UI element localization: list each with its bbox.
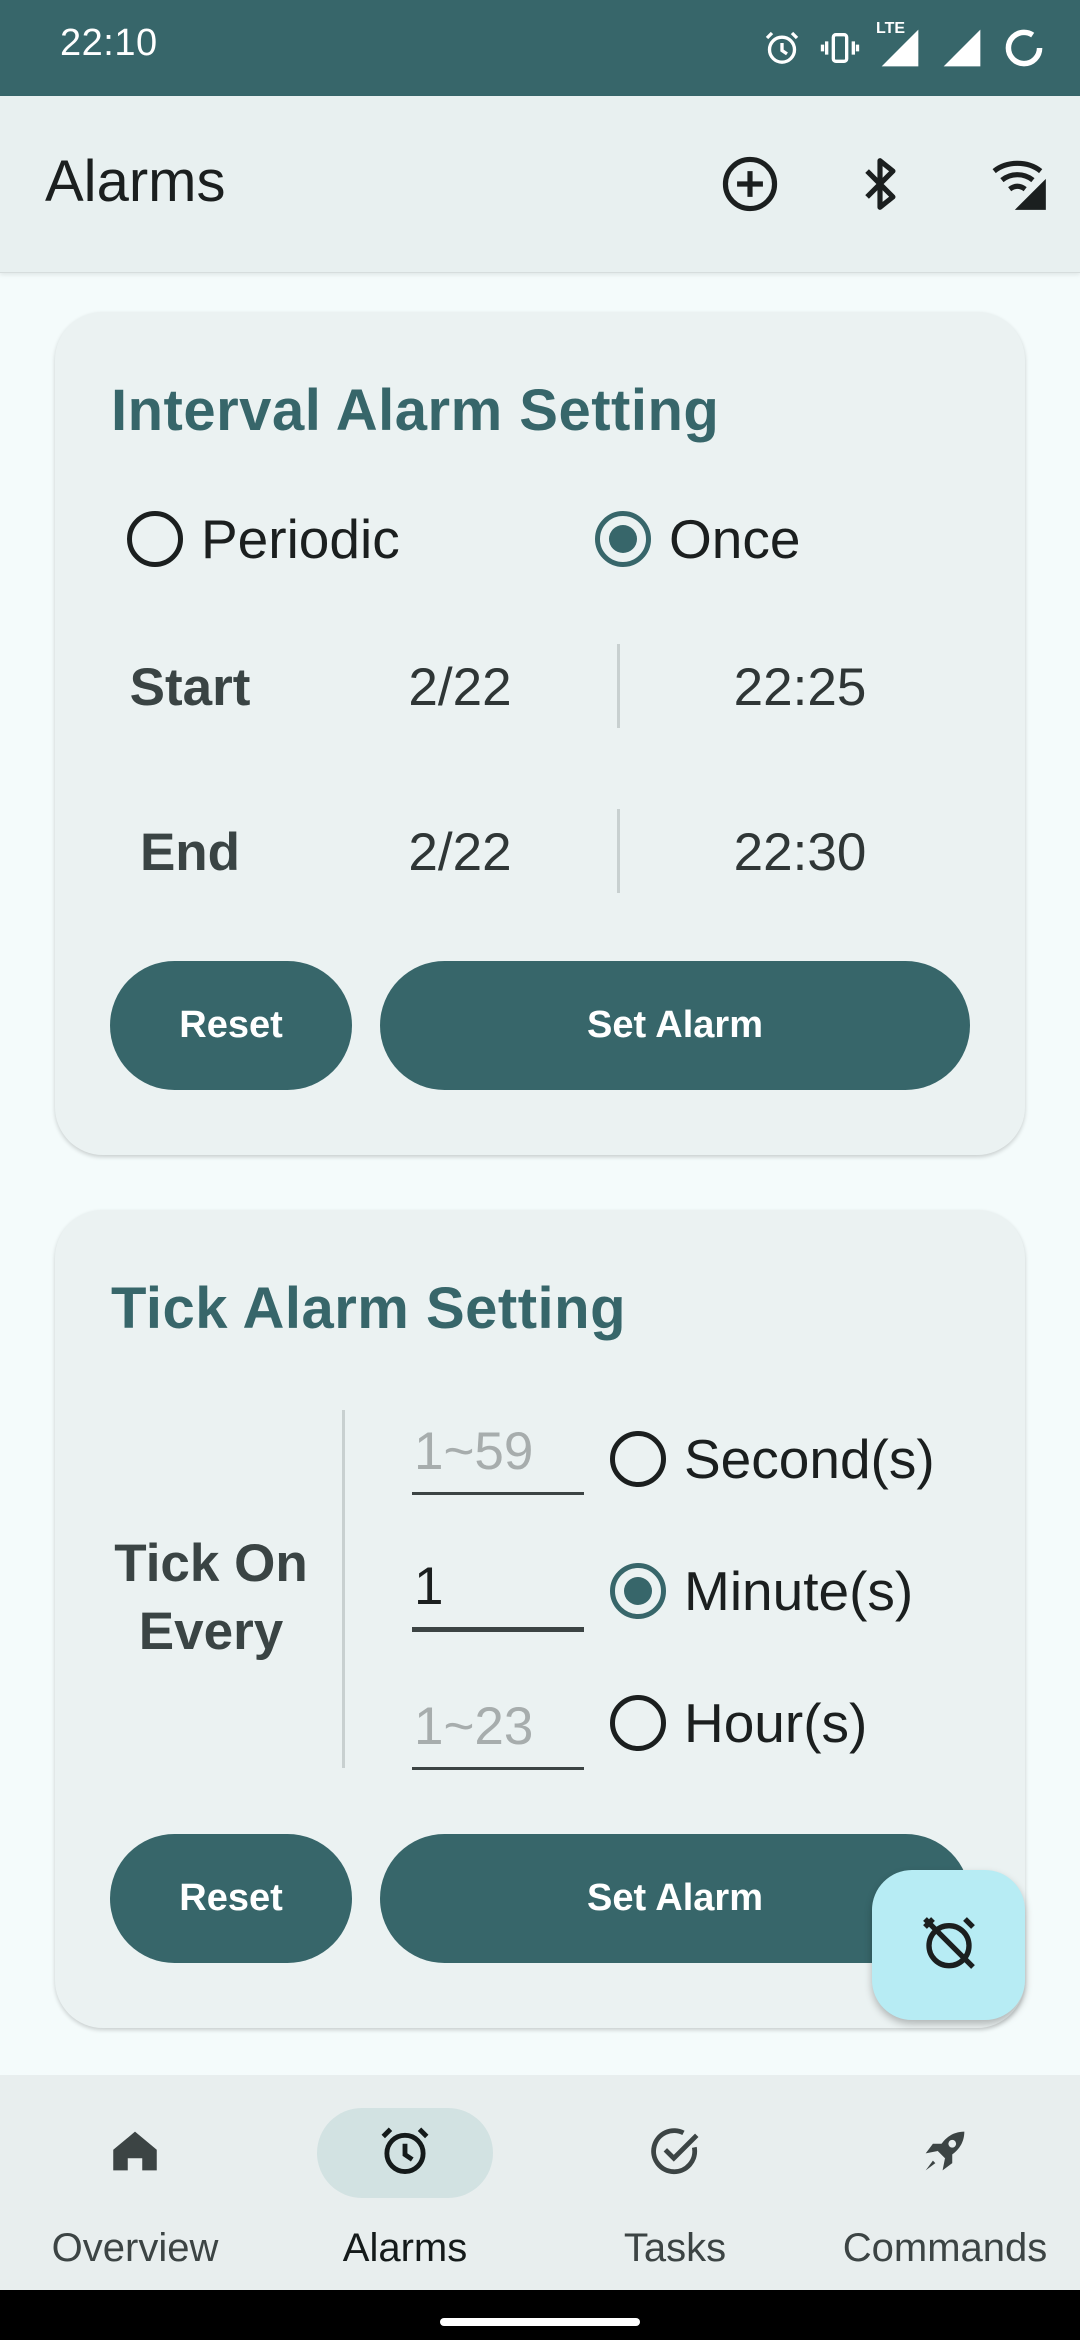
seconds-input[interactable]: 1~59 <box>412 1405 584 1495</box>
network-type-label: LTE <box>876 20 906 37</box>
end-label: End <box>139 823 241 882</box>
start-divider <box>617 644 620 728</box>
add-alarm-button[interactable] <box>705 141 795 231</box>
radio-once[interactable]: Once <box>595 507 800 571</box>
radio-minutes-circle <box>610 1563 666 1619</box>
bluetooth-button[interactable] <box>835 141 925 231</box>
nav-commands-pill <box>857 2108 1033 2198</box>
nav-alarms-label: Alarms <box>342 2226 468 2270</box>
nav-tasks-pill <box>587 2108 763 2198</box>
tick-label-line2: Every <box>138 1602 284 1661</box>
network-button[interactable] <box>975 141 1065 231</box>
status-bar: 22:10 LTE <box>0 0 1080 96</box>
radio-hours-label: Hour(s) <box>684 1692 868 1754</box>
minutes-input[interactable]: 1 <box>412 1542 584 1632</box>
cell-signal-icon <box>940 26 984 70</box>
radio-periodic-label: Periodic <box>201 508 400 570</box>
radio-minutes[interactable]: Minute(s) <box>610 1559 913 1623</box>
tick-reset-button[interactable]: Reset <box>110 1834 352 1963</box>
nav-item-alarms[interactable]: Alarms <box>270 2108 540 2288</box>
radio-minutes-label: Minute(s) <box>684 1560 914 1622</box>
status-icons: LTE <box>762 20 1046 76</box>
wifi-signal-icon <box>989 153 1051 220</box>
vibrate-icon <box>820 28 860 68</box>
radio-seconds-label: Second(s) <box>684 1428 935 1490</box>
lte-signal-icon: LTE <box>876 20 922 70</box>
start-label: Start <box>129 658 251 717</box>
interval-card-title: Interval Alarm Setting <box>111 378 720 443</box>
tick-divider <box>342 1410 345 1768</box>
end-divider <box>617 809 620 893</box>
cancel-alarms-fab[interactable] <box>872 1870 1025 2020</box>
nav-item-overview[interactable]: Overview <box>0 2108 270 2288</box>
hours-input[interactable]: 1~23 <box>412 1680 584 1770</box>
interval-alarm-card: Interval Alarm Setting Periodic Once Sta… <box>55 312 1025 1155</box>
radio-hours-circle <box>610 1695 666 1751</box>
bluetooth-icon <box>849 153 911 220</box>
radio-once-circle <box>595 511 651 567</box>
start-time[interactable]: 22:25 <box>695 657 905 718</box>
radio-seconds[interactable]: Second(s) <box>610 1427 935 1491</box>
tick-on-every-label: Tick On Every <box>111 1530 311 1666</box>
nav-item-tasks[interactable]: Tasks <box>540 2108 810 2288</box>
gesture-area <box>0 2290 1080 2340</box>
nav-commands-label: Commands <box>842 2226 1048 2270</box>
battery-icon <box>1002 26 1046 70</box>
nav-item-commands[interactable]: Commands <box>810 2108 1080 2288</box>
check-circle-icon <box>646 2122 704 2185</box>
end-date[interactable]: 2/22 <box>360 822 560 883</box>
end-time[interactable]: 22:30 <box>695 822 905 883</box>
gesture-handle[interactable] <box>440 2318 640 2326</box>
tick-card-title: Tick Alarm Setting <box>111 1276 627 1341</box>
radio-seconds-circle <box>610 1431 666 1487</box>
add-circle-icon <box>719 153 781 220</box>
status-time: 22:10 <box>60 22 158 64</box>
alarm-icon <box>376 2122 434 2185</box>
rocket-icon <box>916 2122 974 2185</box>
radio-periodic[interactable]: Periodic <box>127 507 400 571</box>
nav-overview-label: Overview <box>51 2226 219 2270</box>
home-icon <box>106 2122 164 2185</box>
alarm-status-icon <box>762 28 802 68</box>
nav-overview-pill <box>47 2108 223 2198</box>
radio-hours[interactable]: Hour(s) <box>610 1691 867 1755</box>
app-bar: Alarms <box>0 96 1080 273</box>
tick-label-line1: Tick On <box>114 1534 308 1593</box>
start-date[interactable]: 2/22 <box>360 657 560 718</box>
interval-reset-button[interactable]: Reset <box>110 961 352 1090</box>
nav-alarms-pill <box>317 2108 493 2198</box>
interval-set-alarm-button[interactable]: Set Alarm <box>380 961 970 1090</box>
radio-once-label: Once <box>669 508 801 570</box>
nav-tasks-label: Tasks <box>623 2226 727 2270</box>
alarm-off-icon <box>917 1911 981 1980</box>
page-title: Alarms <box>45 149 226 214</box>
radio-periodic-circle <box>127 511 183 567</box>
